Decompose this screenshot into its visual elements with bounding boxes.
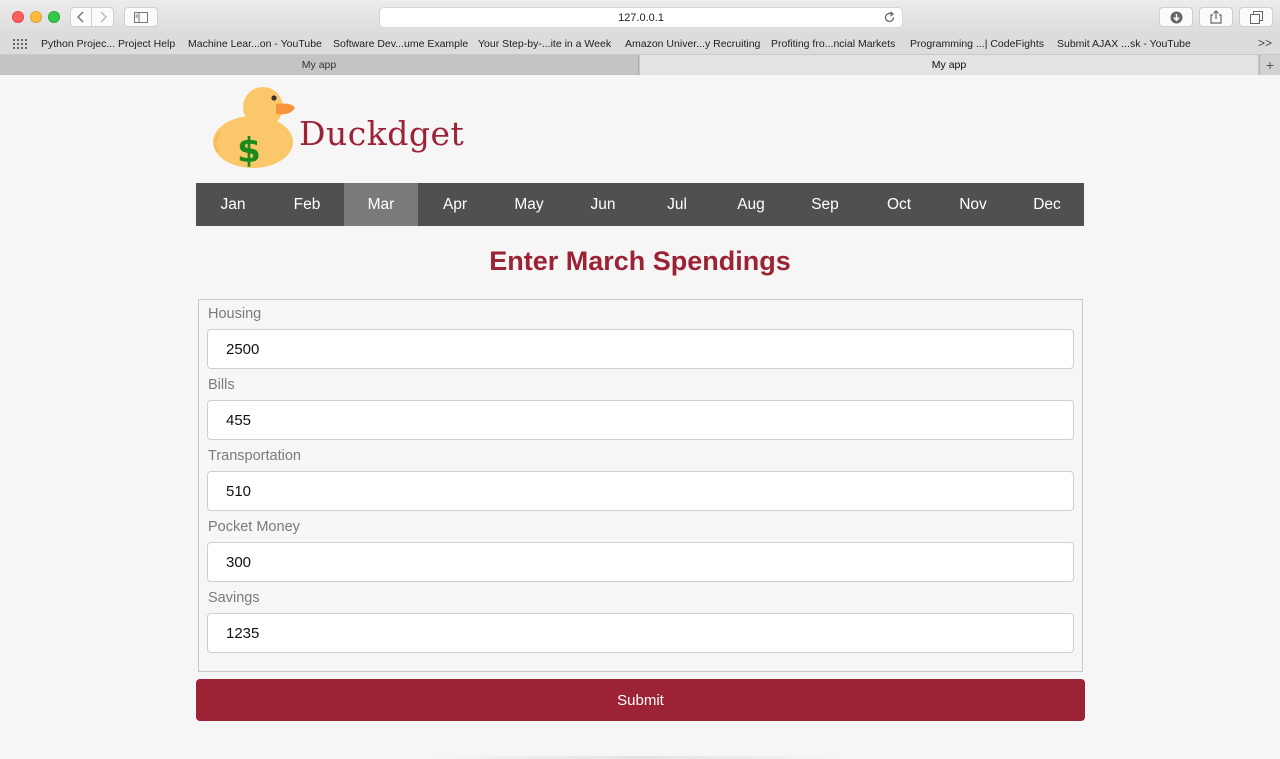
download-icon	[1170, 11, 1182, 23]
maximize-window-button[interactable]	[48, 11, 60, 23]
bills-input[interactable]	[207, 400, 1074, 440]
page-content: $ Duckdget Jan Feb Mar Apr May Jun Jul A…	[0, 76, 1280, 759]
transportation-label: Transportation	[208, 448, 301, 464]
address-text: 127.0.0.1	[618, 11, 664, 24]
bookmark-link[interactable]: Python Projec... Project Help	[41, 38, 175, 50]
bookmark-link[interactable]: Submit AJAX ...sk - YouTube	[1057, 38, 1191, 50]
sidebar-icon	[134, 11, 148, 23]
duck-dollar-icon: $	[213, 87, 295, 170]
month-tab-dec[interactable]: Dec	[1010, 183, 1084, 226]
tabs-overview-icon	[1249, 10, 1263, 24]
month-tab-jul[interactable]: Jul	[640, 183, 714, 226]
brand-name: Duckdget	[299, 114, 465, 153]
bookmark-link[interactable]: Software Dev...ume Example	[333, 38, 468, 50]
bookmark-link[interactable]: Profiting fro...ncial Markets	[771, 38, 895, 50]
month-nav: Jan Feb Mar Apr May Jun Jul Aug Sep Oct …	[196, 183, 1084, 226]
downloads-button[interactable]	[1159, 7, 1193, 27]
month-tab-jan[interactable]: Jan	[196, 183, 270, 226]
savings-label: Savings	[208, 590, 260, 606]
back-button[interactable]	[70, 7, 92, 27]
show-tabs-button[interactable]	[1239, 7, 1273, 27]
minimize-window-button[interactable]	[30, 11, 42, 23]
reload-icon[interactable]	[883, 11, 896, 24]
chevron-right-icon	[99, 11, 107, 23]
tab-my-app-1[interactable]: My app	[0, 55, 639, 75]
month-tab-apr[interactable]: Apr	[418, 183, 492, 226]
bookmark-link[interactable]: Programming ...| CodeFights	[910, 38, 1044, 50]
browser-titlebar: 127.0.0.1	[0, 0, 1280, 34]
new-tab-button[interactable]: +	[1259, 55, 1280, 75]
bills-label: Bills	[208, 377, 235, 393]
housing-label: Housing	[208, 306, 262, 322]
page-title: Enter March Spendings	[489, 246, 791, 276]
spendings-form: Housing Bills Transportation Pocket Mone…	[198, 299, 1083, 672]
share-icon	[1210, 10, 1222, 24]
address-bar[interactable]: 127.0.0.1	[379, 7, 903, 28]
pocket-money-input[interactable]	[207, 542, 1074, 582]
bookmarks-bar: Python Projec... Project Help Machine Le…	[0, 34, 1280, 55]
month-tab-feb[interactable]: Feb	[270, 183, 344, 226]
tab-bar: My app My app +	[0, 55, 1280, 75]
month-tab-nov[interactable]: Nov	[936, 183, 1010, 226]
more-bookmarks-button[interactable]: >>	[1258, 36, 1272, 50]
savings-input[interactable]	[207, 613, 1074, 653]
month-tab-sep[interactable]: Sep	[788, 183, 862, 226]
bookmark-link[interactable]: Machine Lear...on - YouTube	[188, 38, 322, 50]
forward-button[interactable]	[92, 7, 114, 27]
housing-input[interactable]	[207, 329, 1074, 369]
bookmark-link[interactable]: Your Step-by-...ite in a Week	[478, 38, 611, 50]
month-tab-aug[interactable]: Aug	[714, 183, 788, 226]
chevron-left-icon	[77, 11, 84, 23]
close-window-button[interactable]	[12, 11, 24, 23]
sidebar-toggle-button[interactable]	[124, 7, 158, 27]
bookmark-link[interactable]: Amazon Univer...y Recruiting	[625, 38, 760, 50]
svg-text:$: $	[237, 131, 261, 170]
apps-grid-icon[interactable]	[13, 39, 27, 49]
share-button[interactable]	[1199, 7, 1233, 27]
submit-button[interactable]: Submit	[196, 679, 1085, 721]
month-tab-jun[interactable]: Jun	[566, 183, 640, 226]
tab-my-app-2[interactable]: My app	[640, 55, 1258, 75]
month-tab-oct[interactable]: Oct	[862, 183, 936, 226]
pocket-money-label: Pocket Money	[208, 519, 300, 535]
month-tab-may[interactable]: May	[492, 183, 566, 226]
transportation-input[interactable]	[207, 471, 1074, 511]
month-tab-mar[interactable]: Mar	[344, 183, 418, 226]
